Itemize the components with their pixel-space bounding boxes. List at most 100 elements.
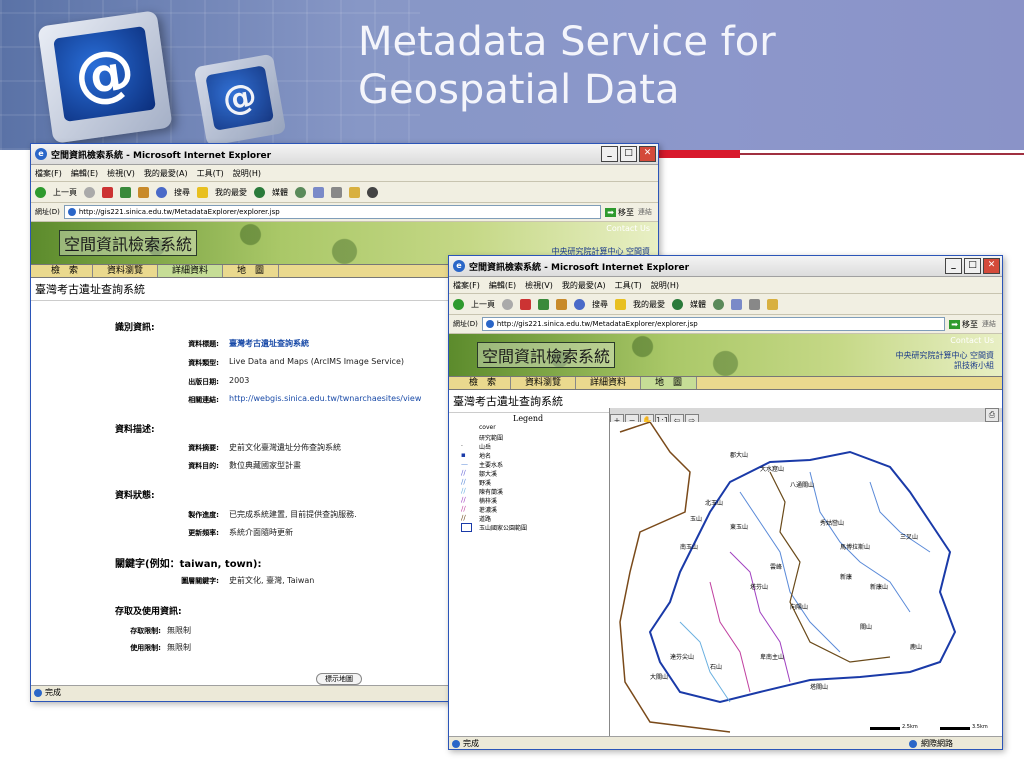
place-label: 秀姑巒山	[820, 520, 845, 527]
field-progress-value: 已完成系統建置, 目前提供查詢服務.	[229, 510, 357, 519]
history-icon[interactable]	[713, 298, 724, 310]
print-icon[interactable]	[749, 298, 760, 310]
search-icon[interactable]	[574, 298, 585, 310]
map-button[interactable]: 標示地圖	[316, 673, 362, 685]
close-button[interactable]: ✕	[983, 258, 1000, 274]
media-icon[interactable]	[254, 186, 265, 198]
tab-details[interactable]: 詳細資料	[158, 265, 224, 277]
go-button[interactable]: 移至	[949, 319, 978, 330]
favorites-star-icon[interactable]	[197, 186, 208, 198]
tab-map[interactable]: 地 圖	[223, 265, 280, 277]
menu-favorites[interactable]: 我的最愛(A)	[562, 280, 606, 291]
search-icon[interactable]	[156, 186, 167, 198]
favorites-star-icon[interactable]	[615, 298, 626, 310]
links-button[interactable]: 連結	[638, 207, 652, 217]
legend-road: 道路	[479, 516, 492, 523]
menu-help[interactable]: 說明(H)	[233, 168, 261, 179]
print-icon[interactable]	[331, 186, 342, 198]
maximize-button[interactable]: □	[964, 258, 981, 274]
window-title: 空間資訊檢索系統 - Microsoft Internet Explorer	[469, 262, 690, 273]
tab-search[interactable]: 檢 索	[455, 377, 512, 389]
place-label: 三叉山	[900, 534, 919, 541]
minimize-button[interactable]: _	[945, 258, 962, 274]
field-link-value[interactable]: http://webgis.sinica.edu.tw/twnarchaesit…	[229, 394, 421, 403]
tab-browse[interactable]: 資料瀏覽	[511, 377, 577, 389]
accent-line	[740, 153, 1024, 155]
menu-file[interactable]: 檔案(F)	[35, 168, 62, 179]
field-title-value[interactable]: 臺灣考古遺址查詢系統	[229, 338, 309, 349]
place-label: 大關山	[650, 674, 669, 681]
media-button[interactable]: 媒體	[690, 299, 706, 310]
minimize-button[interactable]: _	[601, 146, 618, 162]
legend-stream-2: 野溪	[479, 480, 492, 487]
field-purpose-value: 數位典藏國家型計畫	[229, 461, 301, 470]
place-dot-icon: ▪	[461, 451, 466, 459]
refresh-icon[interactable]	[120, 186, 131, 198]
mail-icon[interactable]	[313, 186, 324, 198]
edit-icon[interactable]	[349, 186, 360, 198]
history-icon[interactable]	[295, 186, 306, 198]
address-label: 網址(D)	[35, 208, 60, 216]
menu-view[interactable]: 檢視(V)	[107, 168, 135, 179]
menu-view[interactable]: 檢視(V)	[525, 280, 553, 291]
contact-link[interactable]: Contact Us	[606, 224, 650, 233]
stream-purple-2	[709, 581, 751, 693]
slide-title: Metadata Service for Geospatial Data	[358, 18, 776, 114]
menu-file[interactable]: 檔案(F)	[453, 280, 480, 291]
park-boundary-icon	[461, 523, 472, 532]
map-canvas[interactable]: 郡大山 大水窟山 八通關山 玉山 北玉山 東玉山 南玉山 秀姑巒山 馬博拉斯山 …	[610, 422, 1002, 736]
back-button[interactable]: 上一頁	[53, 187, 77, 198]
place-label: 向陽山	[790, 604, 809, 611]
place-label: 鹿山	[910, 644, 923, 651]
menu-bar: 檔案(F) 編輯(E) 檢視(V) 我的最愛(A) 工具(T) 說明(H)	[449, 277, 1002, 294]
forward-arrow-icon[interactable]	[84, 186, 95, 198]
computer-monitor-icon: @	[37, 10, 173, 144]
menu-favorites[interactable]: 我的最愛(A)	[144, 168, 188, 179]
links-button[interactable]: 連結	[982, 319, 996, 329]
field-pubdate-value: 2003	[229, 376, 250, 385]
media-icon[interactable]	[672, 298, 683, 310]
contact-link[interactable]: Contact Us	[950, 336, 994, 345]
back-arrow-icon[interactable]	[453, 298, 464, 310]
favorites-button[interactable]: 我的最愛	[633, 299, 665, 310]
tab-details[interactable]: 詳細資料	[576, 377, 642, 389]
media-button[interactable]: 媒體	[272, 187, 288, 198]
forward-arrow-icon[interactable]	[502, 298, 513, 310]
menu-tools[interactable]: 工具(T)	[615, 280, 642, 291]
discuss-icon[interactable]	[367, 186, 378, 198]
maximize-button[interactable]: □	[620, 146, 637, 162]
url-input[interactable]: http://gis221.sinica.edu.tw/MetadataExpl…	[63, 205, 602, 219]
refresh-icon[interactable]	[538, 298, 549, 310]
go-button[interactable]: 移至	[605, 207, 634, 218]
slide-title-line1: Metadata Service for	[358, 19, 776, 65]
close-button[interactable]: ✕	[639, 146, 656, 162]
home-icon[interactable]	[138, 186, 149, 198]
print-map-icon[interactable]: ⎙	[985, 408, 999, 422]
mail-icon[interactable]	[731, 298, 742, 310]
search-button[interactable]: 搜尋	[592, 299, 608, 310]
back-arrow-icon[interactable]	[35, 186, 46, 198]
back-button[interactable]: 上一頁	[471, 299, 495, 310]
favorites-button[interactable]: 我的最愛	[215, 187, 247, 198]
window-titlebar[interactable]: e 空間資訊檢索系統 - Microsoft Internet Explorer…	[31, 144, 658, 165]
stop-icon[interactable]	[102, 186, 113, 198]
menu-help[interactable]: 說明(H)	[651, 280, 679, 291]
tab-search[interactable]: 檢 索	[37, 265, 94, 277]
browser-window-map[interactable]: e 空間資訊檢索系統 - Microsoft Internet Explorer…	[448, 255, 1003, 750]
search-button[interactable]: 搜尋	[174, 187, 190, 198]
menu-edit[interactable]: 編輯(E)	[489, 280, 516, 291]
field-progress-label: 製作進度:	[188, 511, 219, 519]
tab-browse[interactable]: 資料瀏覽	[93, 265, 159, 277]
url-input[interactable]: http://gis221.sinica.edu.tw/MetadataExpl…	[481, 317, 946, 331]
field-purpose-label: 資料目的:	[188, 462, 219, 470]
window-titlebar[interactable]: e 空間資訊檢索系統 - Microsoft Internet Explorer…	[449, 256, 1002, 277]
edit-icon[interactable]	[767, 298, 778, 310]
tab-map[interactable]: 地 圖	[641, 377, 698, 389]
stop-icon[interactable]	[520, 298, 531, 310]
home-icon[interactable]	[556, 298, 567, 310]
menu-tools[interactable]: 工具(T)	[197, 168, 224, 179]
menu-edit[interactable]: 編輯(E)	[71, 168, 98, 179]
park-boundary	[648, 450, 957, 704]
scale-label-right: 3.5km	[972, 724, 988, 730]
place-label: 大水窟山	[760, 466, 785, 473]
